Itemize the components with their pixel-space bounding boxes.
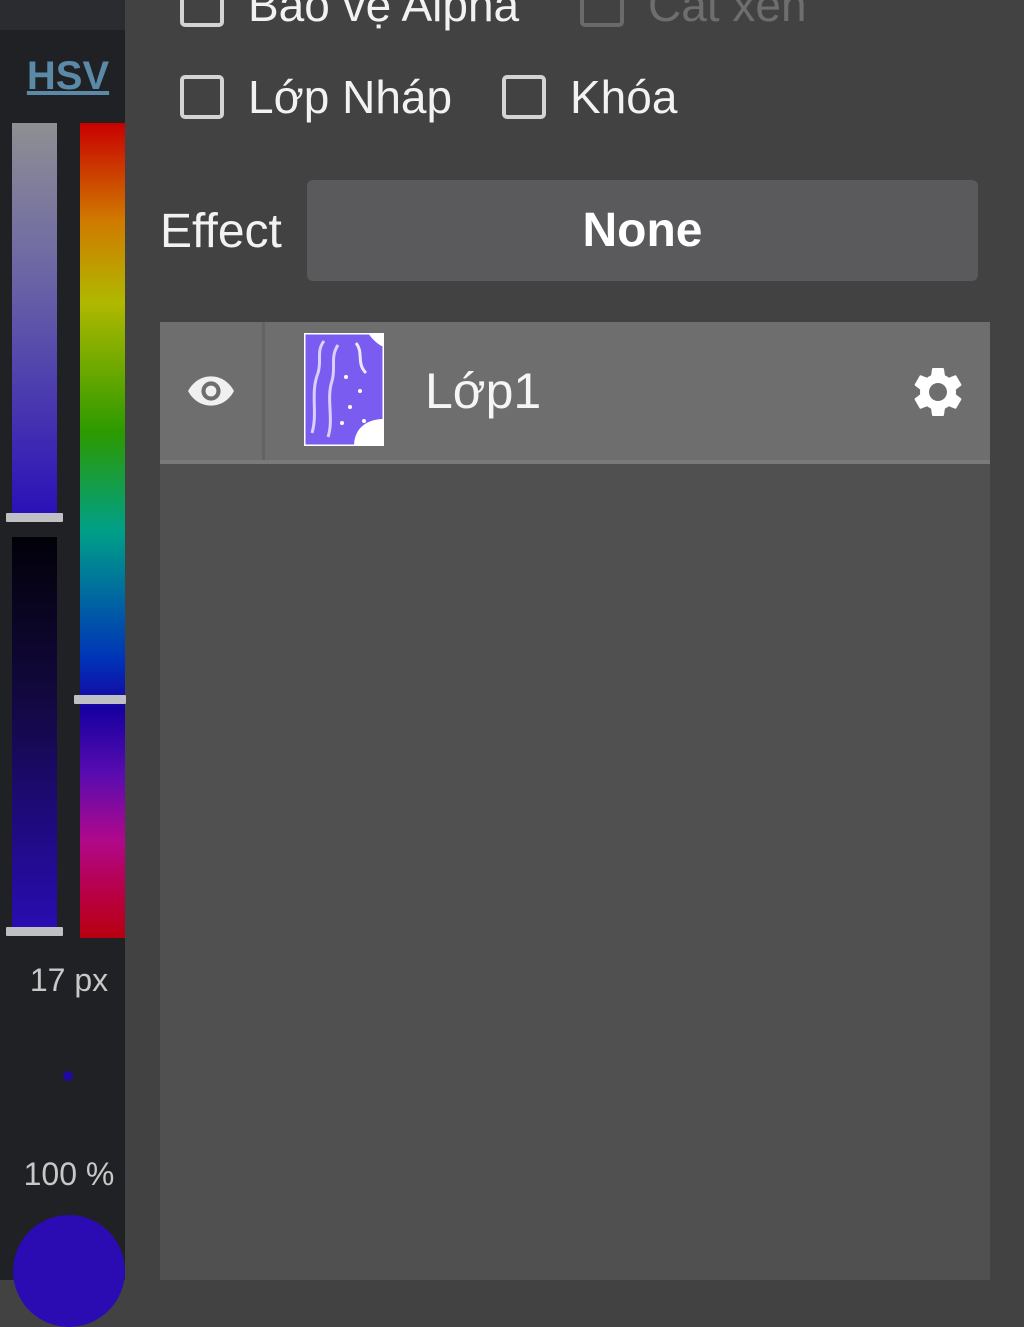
clipping-label: Cắt xén — [648, 0, 807, 31]
draft-layer-label: Lớp Nháp — [248, 71, 453, 123]
lock-label: Khóa — [570, 71, 678, 123]
alpha-protect-option[interactable]: Bảo vệ Alpha — [180, 0, 519, 32]
layer-row[interactable]: Lớp1 — [160, 322, 990, 464]
value-slider-thumb[interactable] — [6, 927, 63, 936]
layer-list: Lớp1 — [160, 322, 990, 1280]
alpha-protect-label: Bảo vệ Alpha — [248, 0, 520, 31]
hue-slider[interactable] — [80, 123, 125, 938]
eye-icon[interactable] — [186, 366, 236, 416]
clipping-option: Cắt xén — [580, 0, 807, 32]
row-divider — [262, 322, 265, 460]
lock-option[interactable]: Khóa — [502, 70, 677, 124]
color-panel-header — [0, 0, 125, 30]
hue-slider-thumb[interactable] — [74, 695, 126, 704]
effect-button[interactable]: None — [307, 180, 978, 281]
gear-icon[interactable] — [908, 362, 968, 422]
draft-layer-option[interactable]: Lớp Nháp — [180, 70, 452, 124]
color-panel: HSV 17 px 100 % — [0, 0, 126, 1327]
draft-layer-checkbox[interactable] — [180, 75, 224, 119]
alpha-protect-checkbox[interactable] — [180, 0, 224, 27]
saturation-slider-thumb[interactable] — [6, 513, 63, 522]
hsv-mode-link[interactable]: HSV — [22, 54, 114, 99]
value-slider[interactable] — [12, 537, 57, 929]
saturation-slider[interactable] — [12, 123, 57, 515]
current-color-swatch[interactable] — [13, 1215, 125, 1327]
opacity-label[interactable]: 100 % — [0, 1156, 138, 1193]
effect-label: Effect — [160, 205, 282, 258]
lock-checkbox[interactable] — [502, 75, 546, 119]
layer-thumbnail[interactable] — [304, 333, 384, 446]
brush-size-preview — [63, 1071, 73, 1081]
layer-name[interactable]: Lớp1 — [425, 362, 541, 420]
clipping-checkbox — [580, 0, 624, 27]
brush-size-label[interactable]: 17 px — [0, 962, 138, 999]
